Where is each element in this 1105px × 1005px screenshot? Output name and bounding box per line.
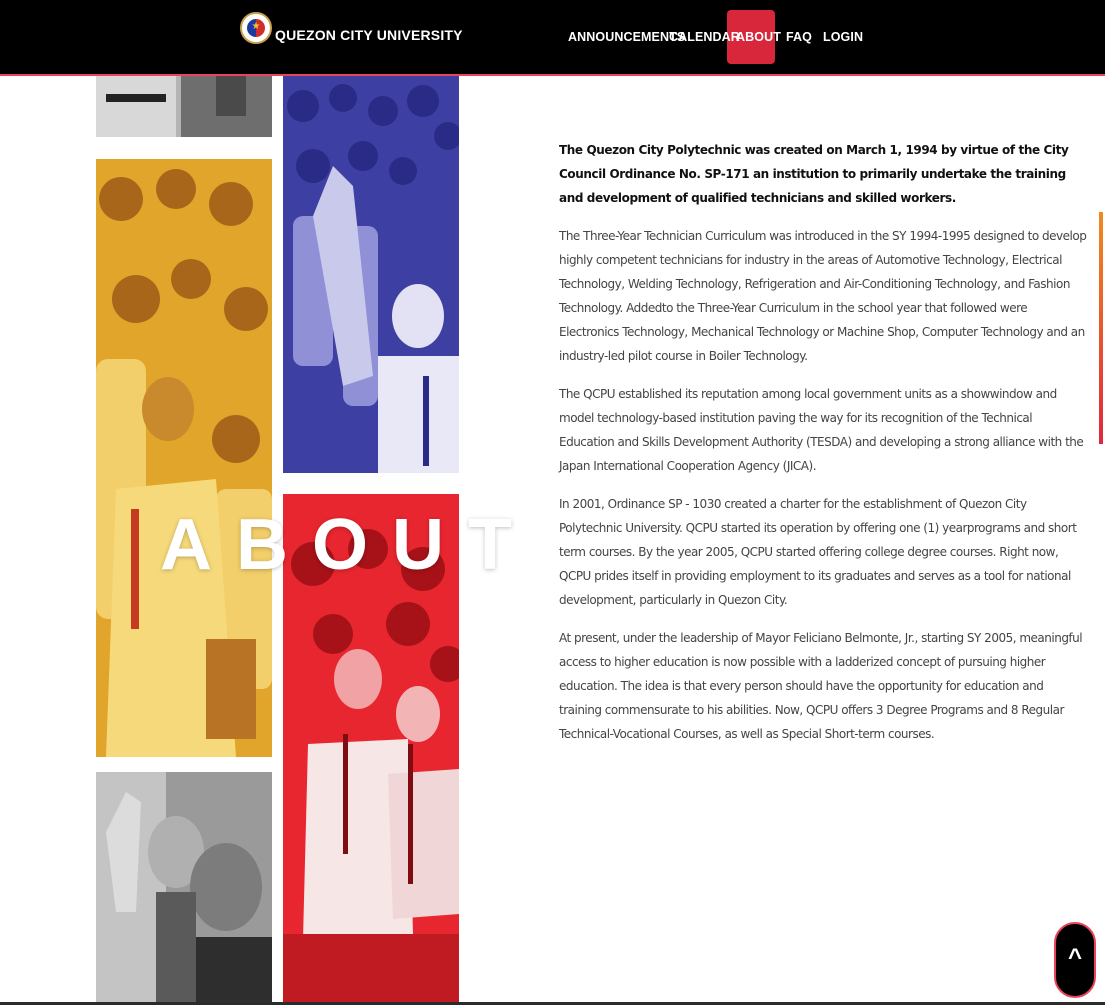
nav-announcements[interactable]: ANNOUNCEMENTS <box>568 30 685 44</box>
brand-name[interactable]: QUEZON CITY UNIVERSITY <box>275 27 463 43</box>
about-content: The Quezon City Polytechnic was created … <box>559 138 1089 760</box>
top-navbar: ★ QUEZON CITY UNIVERSITY ANNOUNCEMENTS C… <box>0 0 1105 76</box>
about-hero-title: ABOUT <box>160 505 536 585</box>
collage-photo-gray-top <box>96 76 272 137</box>
chevron-up-icon: ^ <box>1067 944 1082 971</box>
back-to-top-button[interactable]: ^ <box>1054 922 1096 998</box>
nav-about[interactable]: ABOUT <box>736 30 781 44</box>
scrollbar-thumb[interactable] <box>1099 212 1103 444</box>
university-logo-icon[interactable]: ★ <box>240 12 272 44</box>
charter-paragraph: In 2001, Ordinance SP - 1030 created a c… <box>559 497 1077 607</box>
curriculum-paragraph: The Three-Year Technician Curriculum was… <box>559 229 1087 363</box>
collage-photo-yellow <box>96 159 272 757</box>
nav-faq[interactable]: FAQ <box>786 30 812 44</box>
nav-login[interactable]: LOGIN <box>823 30 863 44</box>
collage-photo-gray-bottom <box>96 772 272 1005</box>
intro-paragraph: The Quezon City Polytechnic was created … <box>559 143 1069 205</box>
nav-calendar[interactable]: CALENDAR <box>669 30 740 44</box>
reputation-paragraph: The QCPU established its reputation amon… <box>559 387 1084 473</box>
leadership-paragraph: At present, under the leadership of Mayo… <box>559 631 1083 741</box>
collage-photo-blue <box>283 76 459 473</box>
